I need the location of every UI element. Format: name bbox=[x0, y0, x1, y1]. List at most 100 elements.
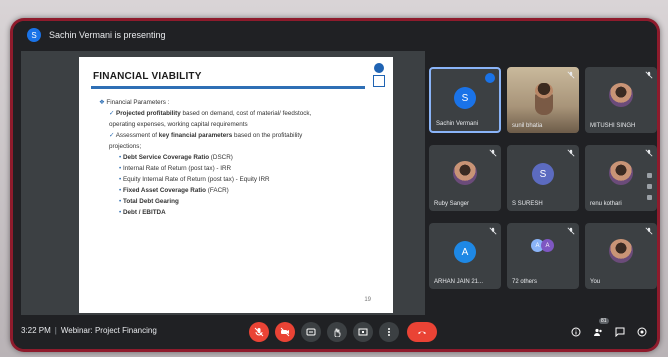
slide-text: projections; bbox=[109, 143, 142, 150]
participant-name: renu kothari bbox=[590, 201, 622, 207]
mic-muted-icon bbox=[645, 149, 653, 157]
slide-line: • Debt / EBITDA bbox=[93, 207, 373, 218]
captions-icon bbox=[306, 328, 316, 336]
participant-name: sunil bhatia bbox=[512, 123, 543, 129]
slide-emphasis: Total Debt Gearing bbox=[122, 198, 179, 205]
camera-toggle-button[interactable] bbox=[275, 322, 295, 342]
slide-line: • Total Debt Gearing bbox=[93, 196, 373, 207]
people-icon bbox=[594, 328, 602, 336]
participant-tile[interactable]: Ruby Sanger bbox=[429, 145, 501, 211]
phone-hangup-icon bbox=[418, 331, 426, 334]
others-avatar: A bbox=[541, 239, 554, 252]
slide-text: (DSCR) bbox=[209, 154, 233, 161]
mic-muted-icon bbox=[489, 149, 497, 157]
participant-tile[interactable]: A A 72 others bbox=[507, 223, 579, 289]
presentation-slide: FINANCIAL VIABILITY ❖ Financial Paramete… bbox=[79, 57, 393, 313]
side-icon[interactable] bbox=[647, 184, 652, 189]
mic-muted-icon bbox=[567, 227, 575, 235]
participant-photo bbox=[609, 239, 633, 263]
slide-text: operating expenses, working capital requ… bbox=[109, 121, 248, 128]
meeting-details-button[interactable] bbox=[569, 325, 583, 339]
chat-icon bbox=[615, 327, 625, 337]
slide-line: ✓ Assessment of key financial parameters… bbox=[93, 130, 373, 141]
presenting-text: Sachin Vermani is presenting bbox=[49, 30, 166, 40]
slide-text: based on demand, cost of material/ feeds… bbox=[180, 110, 312, 117]
mic-muted-icon bbox=[489, 227, 497, 235]
participant-name: You bbox=[590, 279, 601, 285]
side-icon[interactable] bbox=[647, 173, 652, 178]
participant-name: S SURESH bbox=[512, 201, 543, 207]
participant-avatar: S bbox=[532, 163, 554, 185]
chat-button[interactable] bbox=[613, 325, 627, 339]
camera-off-icon bbox=[280, 327, 290, 337]
slide-line: • Equity Internal Rate of Return (post t… bbox=[93, 174, 373, 185]
slide-emphasis: Debt Service Coverage Ratio bbox=[122, 154, 210, 161]
slide-text: Assessment of bbox=[115, 132, 159, 139]
title-underline bbox=[91, 86, 365, 89]
slide-line: projections; bbox=[93, 141, 373, 152]
slide-line: ❖ Financial Parameters : bbox=[93, 97, 373, 108]
screen-frame: S Sachin Vermani is presenting FINANCIAL… bbox=[10, 18, 660, 352]
activities-icon bbox=[637, 327, 647, 337]
mic-toggle-button[interactable] bbox=[249, 322, 269, 342]
slide-line: • Internal Rate of Return (post tax) - I… bbox=[93, 163, 373, 174]
hand-icon bbox=[334, 328, 341, 337]
slide-page-number: 19 bbox=[364, 297, 371, 303]
shared-screen[interactable]: FINANCIAL VIABILITY ❖ Financial Paramete… bbox=[21, 51, 425, 319]
side-icon[interactable] bbox=[647, 195, 652, 200]
presenting-banner: S Sachin Vermani is presenting bbox=[13, 21, 657, 49]
slide-emphasis: key financial parameters bbox=[158, 132, 233, 139]
bullet-glyph: ✓ bbox=[109, 110, 117, 117]
slide-emphasis: Fixed Asset Coverage Ratio bbox=[122, 187, 207, 194]
raise-hand-button[interactable] bbox=[327, 322, 347, 342]
slide-text: Financial Parameters : bbox=[106, 99, 170, 106]
participant-photo bbox=[453, 161, 477, 185]
participant-photo bbox=[609, 161, 633, 185]
leave-call-button[interactable] bbox=[407, 322, 437, 342]
mic-muted-icon bbox=[645, 71, 653, 79]
mic-muted-icon bbox=[645, 227, 653, 235]
participant-avatar: S bbox=[454, 87, 476, 109]
slide-line: ✓ Projected profitability based on deman… bbox=[93, 108, 373, 119]
participant-tile[interactable]: MITUSHI SINGH bbox=[585, 67, 657, 133]
presenter-avatar: S bbox=[27, 28, 41, 42]
speaking-indicator-icon bbox=[485, 73, 495, 83]
slide-line: • Fixed Asset Coverage Ratio (FACR) bbox=[93, 185, 373, 196]
meeting-control-bar: 3:22 PM | Webinar: Project Financing 81 bbox=[13, 315, 657, 349]
captions-button[interactable] bbox=[301, 322, 321, 342]
mic-muted-icon bbox=[567, 149, 575, 157]
slide-line: • Debt Service Coverage Ratio (DSCR) bbox=[93, 152, 373, 163]
participant-name: 72 others bbox=[512, 279, 538, 285]
people-button[interactable] bbox=[591, 325, 605, 339]
slide-emphasis: Debt / EBITDA bbox=[122, 209, 166, 216]
others-avatars: AA bbox=[531, 239, 557, 253]
participant-tile[interactable]: S Sachin Vermani bbox=[429, 67, 501, 133]
meeting-info: 3:22 PM | Webinar: Project Financing bbox=[21, 326, 157, 335]
activities-button[interactable] bbox=[635, 325, 649, 339]
participant-tile[interactable]: A ARHAN JAIN 21... bbox=[429, 223, 501, 289]
slide-text: Equity Internal Rate of Return (post tax… bbox=[122, 176, 270, 183]
mic-off-icon bbox=[254, 327, 264, 337]
slide-body: ❖ Financial Parameters : ✓ Projected prof… bbox=[93, 97, 373, 218]
participant-name: Ruby Sanger bbox=[434, 201, 470, 207]
slide-text: based on the profitability bbox=[232, 132, 303, 139]
participant-tile[interactable]: You bbox=[585, 223, 657, 289]
mic-muted-icon bbox=[567, 71, 575, 79]
meeting-name: Webinar: Project Financing bbox=[60, 326, 157, 335]
meet-window: S Sachin Vermani is presenting FINANCIAL… bbox=[13, 21, 657, 349]
more-options-button[interactable] bbox=[379, 322, 399, 342]
more-vert-icon bbox=[388, 328, 390, 336]
present-screen-icon bbox=[358, 328, 368, 336]
slide-title: FINANCIAL VIABILITY bbox=[93, 71, 202, 82]
slide-text: (FACR) bbox=[206, 187, 229, 194]
participant-avatar: A bbox=[454, 241, 476, 263]
slide-text: Internal Rate of Return (post tax) - IRR bbox=[122, 165, 232, 172]
meeting-time: 3:22 PM bbox=[21, 326, 51, 335]
participant-tile[interactable]: S S SURESH bbox=[507, 145, 579, 211]
participant-name: MITUSHI SINGH bbox=[590, 123, 636, 129]
participant-photo bbox=[609, 83, 633, 107]
present-button[interactable] bbox=[353, 322, 373, 342]
bullet-glyph: ✓ bbox=[109, 132, 116, 139]
people-count-badge: 81 bbox=[599, 318, 609, 324]
participant-tile[interactable]: sunil bhatia bbox=[507, 67, 579, 133]
